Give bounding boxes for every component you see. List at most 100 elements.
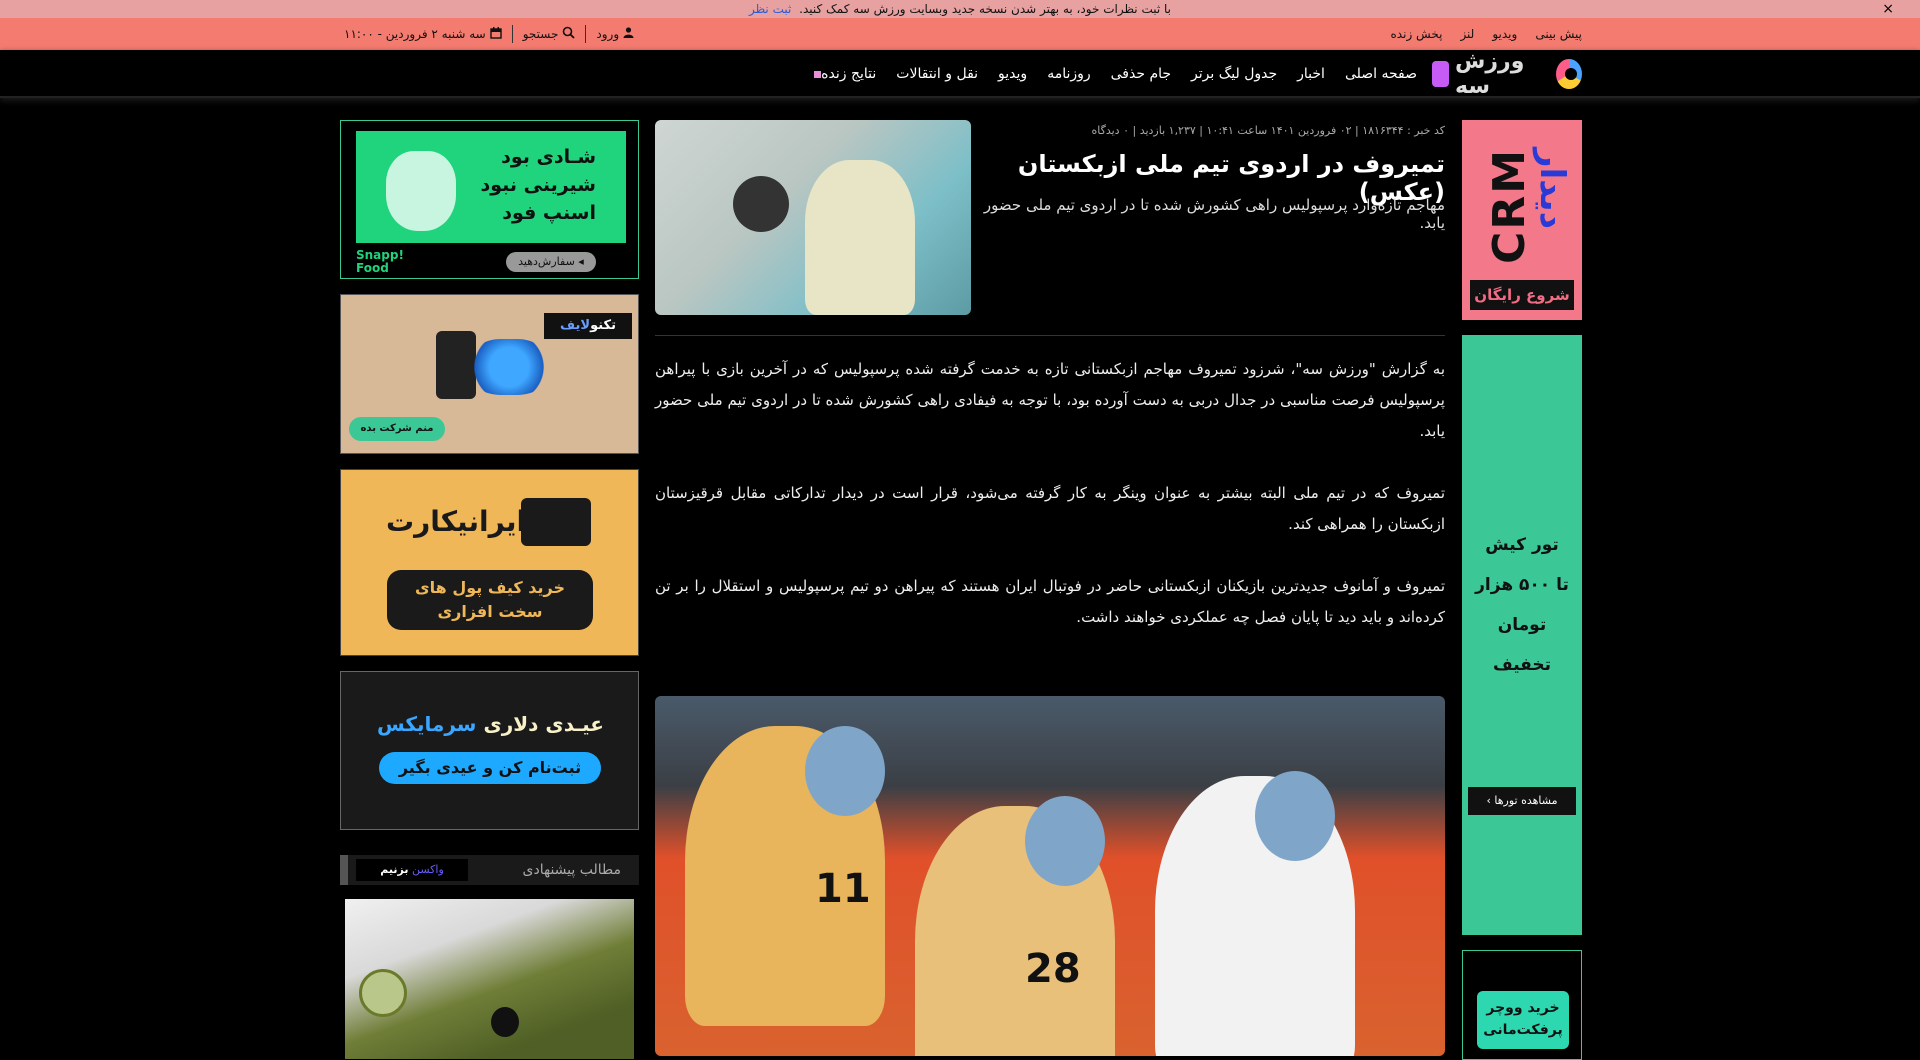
ad-iranicard-banner[interactable]: ایرانیکارت خرید کیف پول های سخت افزاری <box>340 469 639 656</box>
ad-irani-btn-line-1: خرید کیف پول های <box>414 578 566 597</box>
ad-snapp-order-button[interactable]: سفارش‌دهید ◂ <box>506 252 596 272</box>
nav-item-news[interactable]: اخبار <box>1297 66 1325 82</box>
main-nav: ورزش سه صفحه اصلی اخبار جدول لیگ برتر جا… <box>0 49 1920 99</box>
date-display: سه شنبه ۲ فروردین - ۱۱:۰۰ <box>344 26 502 42</box>
logo-text: ورزش سه <box>1455 49 1525 99</box>
bag-icon <box>386 151 456 231</box>
splash-graphic <box>469 339 549 395</box>
ad-voucher-box: خرید ووچر پرفکت‌مانی <box>1477 991 1569 1049</box>
notice-text: با ثبت نظرات خود، به بهتر شدن نسخه جدید … <box>799 2 1172 16</box>
vaccine-word-b: بزنیم <box>380 863 409 876</box>
login-label: ورود <box>596 27 620 41</box>
football-graphic <box>733 176 789 232</box>
nav-item-transfers[interactable]: نقل و انتقالات <box>896 66 978 82</box>
user-icon <box>623 27 634 41</box>
ad-techno-logo-b: لایف <box>560 318 591 333</box>
player-head <box>805 726 885 816</box>
ad-irani-logo: ایرانیکارت <box>386 505 527 538</box>
ad-sarmayex-part-2: سرمایکس <box>377 712 477 736</box>
top-tools: سه شنبه ۲ فروردین - ۱۱:۰۰ جستجو ورود <box>344 18 634 50</box>
jersey-number: 11 <box>815 866 871 912</box>
player-head <box>1025 796 1105 886</box>
ad-tour-line-1: تور کیش <box>1485 535 1559 555</box>
nav-item-cup[interactable]: جام حذفی <box>1111 66 1171 82</box>
article-meta: کد خبر : ۱۸۱۶۳۴۴ | ۰۲ فروردین ۱۴۰۱ ساعت … <box>1091 124 1445 137</box>
ad-crm-word: دیدار <box>1532 148 1572 230</box>
ad-tour-line-3: تخفیف <box>1492 655 1552 675</box>
top-link-lens[interactable]: لنز <box>1460 27 1474 41</box>
divider <box>511 25 513 43</box>
notice-feedback-link[interactable]: ثبت نظر <box>749 2 791 16</box>
ad-tour-button-label: مشاهده تورها <box>1494 794 1558 807</box>
suggested-title: مطالب پیشنهادی <box>522 862 621 878</box>
calendar-icon <box>489 26 502 42</box>
suggested-header: مطالب پیشنهادی واکسن بزنیم <box>340 855 639 885</box>
close-icon[interactable]: × <box>1882 0 1894 18</box>
ad-tour-banner[interactable]: تور کیش تا ۵۰۰ هزار تومان تخفیف ‹ مشاهده… <box>1462 335 1582 935</box>
hand-badge-icon <box>1432 61 1450 87</box>
ad-crm-banner[interactable]: CRM دیدار شروع رایگان <box>1462 120 1582 320</box>
ad-crm-button[interactable]: شروع رایگان <box>1470 280 1574 310</box>
logo-mark-icon <box>1556 59 1582 89</box>
article-photo: 11 28 <box>655 696 1445 1056</box>
ad-irani-btn-line-2: سخت افزاری <box>437 602 543 621</box>
ad-snapp-line-2: شیرینی نبود <box>480 174 596 196</box>
nav-item-live-label: نتایج زنده <box>821 66 877 82</box>
ad-voucher-line-1: خرید ووچر <box>1486 1000 1560 1016</box>
search-icon <box>562 26 576 42</box>
ad-snapp-line-3: اسنپ فود <box>502 202 596 224</box>
ad-irani-button[interactable]: خرید کیف پول های سخت افزاری <box>387 570 593 630</box>
article-body: به گزارش "ورزش سه"، شرزود تمیروف مهاجم ا… <box>655 354 1445 664</box>
top-links: پیش بینی ویدیو لنز پخش زنده <box>1391 18 1582 50</box>
ad-tour-line-2: تا ۵۰۰ هزار تومان <box>1475 575 1569 635</box>
article-paragraph-3: تمیروف و آمانوف جدیدترین بازیکنان ازبکست… <box>655 577 1445 626</box>
jersey-number: 28 <box>1025 946 1081 992</box>
site-logo[interactable]: ورزش سه <box>1432 49 1582 99</box>
top-link-live[interactable]: پخش زنده <box>1391 27 1443 41</box>
ad-techno-logo: تکنولایف <box>544 313 632 339</box>
ad-snappfood-banner[interactable]: شـادی بود شیرینی نبود اسنپ فود Snapp! Fo… <box>340 120 639 279</box>
article-divider <box>655 335 1445 336</box>
ad-tour-button[interactable]: ‹ مشاهده تورها <box>1468 787 1576 815</box>
search-label: جستجو <box>522 27 559 41</box>
ad-crm-big: CRM <box>1484 148 1535 264</box>
ad-voucher-banner[interactable]: خرید ووچر پرفکت‌مانی <box>1462 950 1582 1060</box>
login-button[interactable]: ورود <box>596 27 634 41</box>
nav-item-video[interactable]: ویدیو <box>998 66 1027 82</box>
vaccine-badge[interactable]: واکسن بزنیم <box>356 859 468 881</box>
ad-technolife-banner[interactable]: تکنولایف منم شرکت بده <box>340 294 639 454</box>
nav-item-home[interactable]: صفحه اصلی <box>1345 66 1417 82</box>
nav-item-league-table[interactable]: جدول لیگ برتر <box>1191 66 1277 82</box>
search-button[interactable]: جستجو <box>523 26 576 42</box>
player-graphic <box>805 160 915 315</box>
article-thumbnail <box>655 120 971 315</box>
ad-tour-text: تور کیش تا ۵۰۰ هزار تومان تخفیف <box>1462 525 1582 685</box>
article-paragraph-1: به گزارش "ورزش سه"، شرزود تمیروف مهاجم ا… <box>655 360 1445 440</box>
ad-snapp-brand-2: Food <box>356 261 389 275</box>
ad-voucher-line-2: پرفکت‌مانی <box>1483 1022 1563 1038</box>
top-bar: پیش بینی ویدیو لنز پخش زنده سه شنبه ۲ فر… <box>0 18 1920 50</box>
ad-snapp-line-1: شـادی بود <box>501 146 596 168</box>
ad-sarmayex-button[interactable]: ثبت‌نام کن و عیدی بگیر <box>379 752 601 784</box>
vaccine-word-a: واکسن <box>411 863 444 876</box>
article-paragraph-2: تمیروف که در تیم ملی البته بیشتر به عنوا… <box>655 484 1445 533</box>
ad-sarmayex-banner[interactable]: عیـدی دلاری سرمایکس ثبت‌نام کن و عیدی بگ… <box>340 671 639 830</box>
nav-menu: صفحه اصلی اخبار جدول لیگ برتر جام حذفی ر… <box>808 50 1417 98</box>
ad-sarmayex-headline: عیـدی دلاری سرمایکس <box>341 712 640 736</box>
nav-item-newspaper[interactable]: روزنامه <box>1047 66 1090 82</box>
chevron-left-icon: ‹ <box>1486 794 1491 807</box>
date-text: سه شنبه ۲ فروردین - ۱۱:۰۰ <box>344 27 486 41</box>
suggested-image[interactable] <box>345 899 634 1059</box>
top-link-predict[interactable]: پیش بینی <box>1535 27 1582 41</box>
player-head <box>1255 771 1335 861</box>
article-lead: مهاجم تازه‌وارد پرسپولیس راهی کشورش شده … <box>983 196 1445 232</box>
apple-logo-icon <box>491 1007 519 1037</box>
divider <box>585 25 587 43</box>
ad-techno-logo-a: تکنو <box>590 318 616 333</box>
ad-sarmayex-part-1: عیـدی دلاری <box>483 712 604 736</box>
ad-techno-button[interactable]: منم شرکت بده <box>349 417 445 441</box>
nav-item-live-results[interactable]: نتایج زنده <box>808 66 876 82</box>
top-link-video[interactable]: ویدیو <box>1492 27 1517 41</box>
ad-snapp-panel: شـادی بود شیرینی نبود اسنپ فود <box>356 131 626 243</box>
ad-snapp-text: شـادی بود شیرینی نبود اسنپ فود <box>480 143 596 227</box>
